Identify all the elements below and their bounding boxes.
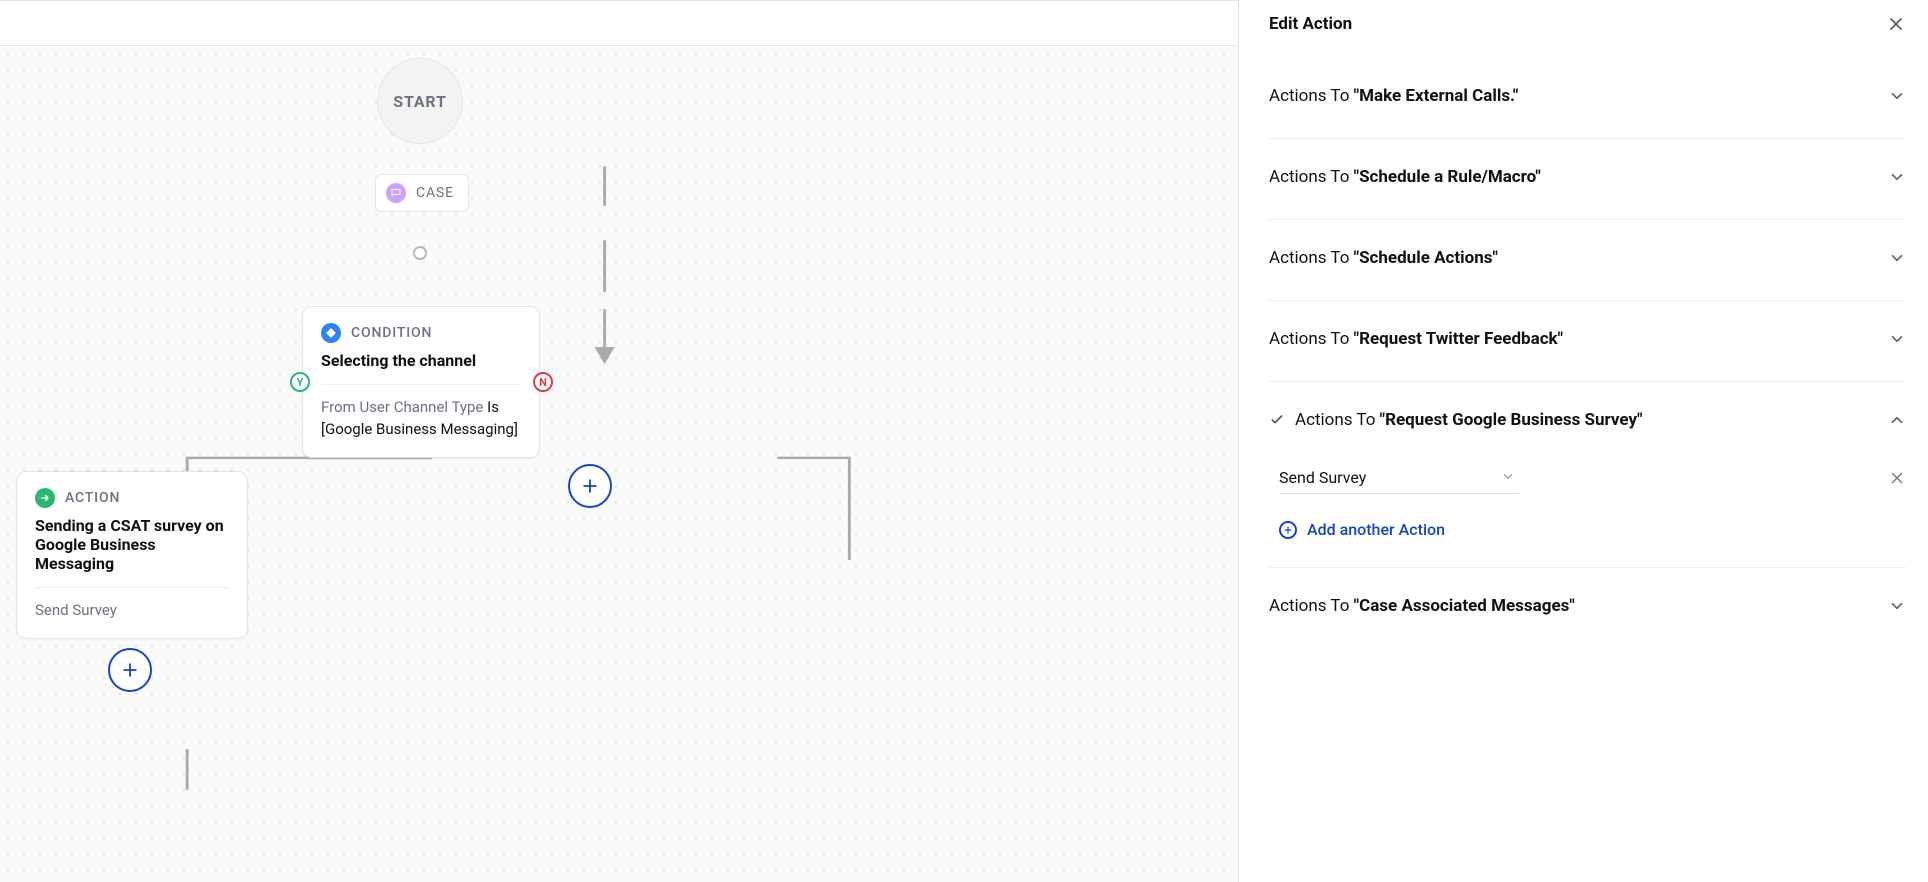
accordion-item: Actions To "Schedule Actions": [1269, 220, 1906, 301]
chevron-down-icon: [1888, 87, 1906, 105]
accordion-toggle[interactable]: Actions To "Case Associated Messages": [1269, 568, 1906, 648]
accordion-toggle[interactable]: Actions To "Make External Calls.": [1269, 58, 1906, 138]
actions-prefix: Actions To: [1269, 248, 1354, 268]
check-icon: [1269, 412, 1285, 428]
actions-prefix: Actions To: [1269, 167, 1354, 187]
panel-title: Edit Action: [1269, 14, 1352, 34]
action-group-name: "Make External Calls.": [1354, 86, 1519, 106]
actions-prefix: Actions To: [1269, 596, 1354, 616]
condition-value: [Google Business Messaging]: [321, 420, 518, 438]
add-step-yes-branch[interactable]: [108, 648, 152, 692]
action-group-name: "Request Twitter Feedback": [1354, 329, 1563, 349]
start-node[interactable]: START: [377, 58, 463, 144]
chevron-down-icon: [1888, 168, 1906, 186]
accordion-toggle[interactable]: Actions To "Request Google Business Surv…: [1269, 382, 1906, 462]
divider: [321, 384, 521, 385]
plus-circle-icon: [1279, 521, 1297, 539]
chevron-down-icon: [1888, 330, 1906, 348]
action-group-name: "Case Associated Messages": [1354, 596, 1575, 616]
action-select[interactable]: Send Survey: [1279, 462, 1519, 494]
panel-header: Edit Action: [1239, 0, 1928, 48]
action-header: ACTION: [35, 488, 229, 508]
accordion-content: Send Survey Add another: [1269, 462, 1906, 567]
connector-lines: [0, 46, 1238, 882]
action-group-name: "Schedule a Rule/Macro": [1354, 167, 1541, 187]
actions-prefix: Actions To: [1295, 410, 1380, 430]
diamond-icon: [321, 323, 341, 343]
branch-yes-badge: Y: [290, 372, 310, 392]
chevron-up-icon: [1888, 411, 1906, 429]
condition-body: From User Channel Type Is [Google Busine…: [321, 397, 521, 441]
condition-field: From User Channel Type: [321, 398, 483, 416]
panel-body: Actions To "Make External Calls." Action…: [1239, 48, 1928, 882]
chevron-down-icon: [1888, 597, 1906, 615]
accordion-item-expanded: Actions To "Request Google Business Surv…: [1269, 382, 1906, 568]
edit-action-panel: Edit Action Actions To "Make External Ca…: [1238, 0, 1928, 882]
case-chip[interactable]: CASE: [375, 174, 469, 212]
accordion-toggle[interactable]: Actions To "Request Twitter Feedback": [1269, 301, 1906, 381]
connector-dot: [413, 246, 427, 260]
condition-tag: CONDITION: [351, 325, 432, 341]
add-step-no-branch[interactable]: [568, 464, 612, 508]
condition-node[interactable]: CONDITION Selecting the channel From Use…: [302, 306, 540, 458]
action-body: Send Survey: [35, 600, 229, 622]
case-chip-label: CASE: [416, 185, 454, 201]
condition-header: CONDITION: [321, 323, 521, 343]
accordion-toggle[interactable]: Actions To "Schedule Actions": [1269, 220, 1906, 300]
actions-prefix: Actions To: [1269, 86, 1354, 106]
case-icon: [386, 183, 406, 203]
accordion-toggle[interactable]: Actions To "Schedule a Rule/Macro": [1269, 139, 1906, 219]
close-icon[interactable]: [1886, 14, 1906, 34]
condition-op: Is: [487, 398, 499, 416]
accordion-item: Actions To "Case Associated Messages": [1269, 568, 1906, 648]
remove-action-icon[interactable]: [1888, 469, 1906, 487]
accordion-item: Actions To "Request Twitter Feedback": [1269, 301, 1906, 382]
add-another-label: Add another Action: [1307, 520, 1445, 539]
workflow-canvas-container: START CASE CONDITION Selecting th: [0, 0, 1238, 882]
condition-title: Selecting the channel: [321, 351, 521, 370]
branch-yes-letter: Y: [297, 376, 304, 389]
branch-no-badge: N: [533, 372, 553, 392]
actions-prefix: Actions To: [1269, 329, 1354, 349]
action-select-value: Send Survey: [1279, 468, 1366, 487]
accordion-item: Actions To "Make External Calls.": [1269, 58, 1906, 139]
divider: [35, 587, 229, 588]
start-label: START: [393, 92, 446, 111]
action-title: Sending a CSAT survey on Google Business…: [35, 516, 229, 573]
action-tag: ACTION: [65, 490, 120, 506]
branch-no-letter: N: [539, 376, 547, 389]
chevron-down-icon: [1501, 468, 1515, 487]
action-group-name: "Request Google Business Survey": [1380, 410, 1643, 430]
canvas-top-bar: [0, 1, 1238, 46]
action-node[interactable]: ACTION Sending a CSAT survey on Google B…: [16, 471, 248, 639]
chevron-down-icon: [1888, 249, 1906, 267]
action-group-name: "Schedule Actions": [1354, 248, 1498, 268]
workflow-canvas[interactable]: START CASE CONDITION Selecting th: [0, 46, 1238, 882]
accordion-item: Actions To "Schedule a Rule/Macro": [1269, 139, 1906, 220]
arrow-right-icon: [35, 488, 55, 508]
add-another-action[interactable]: Add another Action: [1279, 520, 1445, 539]
